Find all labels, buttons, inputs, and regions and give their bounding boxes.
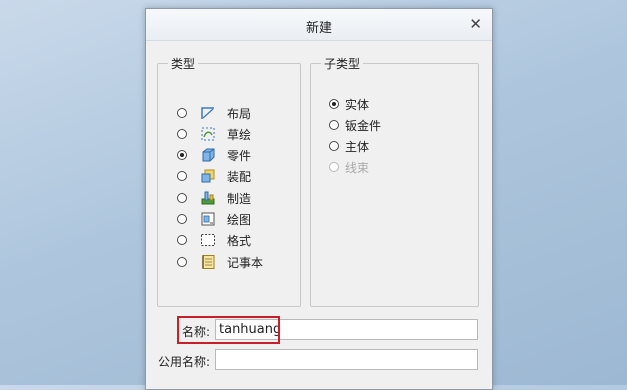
layout-icon — [201, 107, 214, 119]
close-icon[interactable]: ✕ — [469, 15, 482, 33]
type-label-manufacturing: 制造 — [227, 191, 252, 206]
type-group: 类型 布局 草绘 零件 装配 制造 绘图 格式 记事本 — [157, 55, 301, 307]
part-radio[interactable] — [177, 150, 187, 160]
type-option-part[interactable]: 零件 — [177, 147, 251, 163]
subtype-group-legend: 子类型 — [324, 57, 361, 71]
new-file-dialog: 新建 ✕ 类型 布局 草绘 零件 装配 制造 绘图 格式 记事本 子类型 实体 … — [145, 8, 493, 390]
subtype-label-solid: 实体 — [345, 97, 370, 112]
sheetmetal-radio[interactable] — [329, 120, 339, 130]
assembly-icon — [201, 169, 215, 183]
dialog-titlebar: 新建 ✕ — [146, 9, 492, 41]
harness-radio — [329, 162, 339, 172]
subtype-option-sheetmetal[interactable]: 钣金件 — [329, 117, 381, 133]
format-radio[interactable] — [177, 235, 187, 245]
type-label-sketch: 草绘 — [227, 127, 252, 142]
notebook-icon — [202, 255, 215, 269]
subtype-group: 子类型 实体 钣金件 主体 线束 — [310, 55, 479, 307]
type-label-notebook: 记事本 — [227, 255, 264, 270]
common-name-label: 公用名称: — [158, 355, 211, 369]
body-radio[interactable] — [329, 141, 339, 151]
subtype-option-body[interactable]: 主体 — [329, 138, 369, 154]
manufacturing-radio[interactable] — [177, 193, 187, 203]
type-option-drawing[interactable]: 绘图 — [177, 211, 251, 227]
type-option-manufacturing[interactable]: 制造 — [177, 190, 251, 206]
format-icon — [201, 234, 215, 246]
subtype-option-harness: 线束 — [329, 159, 369, 175]
type-option-sketch[interactable]: 草绘 — [177, 126, 251, 142]
type-label-format: 格式 — [227, 233, 252, 248]
name-highlight-box — [177, 316, 280, 344]
type-label-assembly: 装配 — [227, 169, 252, 184]
type-option-format[interactable]: 格式 — [177, 232, 251, 248]
part-icon — [202, 148, 215, 162]
assembly-radio[interactable] — [177, 171, 187, 181]
sketch-icon — [201, 127, 215, 141]
notebook-radio[interactable] — [177, 257, 187, 267]
layout-radio[interactable] — [177, 108, 187, 118]
dialog-title: 新建 — [305, 21, 332, 36]
type-label-layout: 布局 — [227, 106, 252, 121]
type-option-assembly[interactable]: 装配 — [177, 168, 251, 184]
type-option-layout[interactable]: 布局 — [177, 105, 251, 121]
subtype-label-body: 主体 — [345, 139, 370, 154]
subtype-option-solid[interactable]: 实体 — [329, 96, 369, 112]
subtype-label-sheetmetal: 钣金件 — [345, 118, 382, 133]
solid-radio[interactable] — [329, 99, 339, 109]
manufacturing-icon — [201, 191, 215, 205]
sketch-radio[interactable] — [177, 129, 187, 139]
type-label-drawing: 绘图 — [227, 212, 252, 227]
drawing-icon — [201, 212, 215, 226]
type-label-part: 零件 — [227, 148, 252, 163]
drawing-radio[interactable] — [177, 214, 187, 224]
type-group-legend: 类型 — [171, 57, 196, 71]
type-option-notebook[interactable]: 记事本 — [177, 254, 263, 270]
subtype-label-harness: 线束 — [345, 160, 370, 175]
common-name-input[interactable] — [215, 349, 478, 370]
